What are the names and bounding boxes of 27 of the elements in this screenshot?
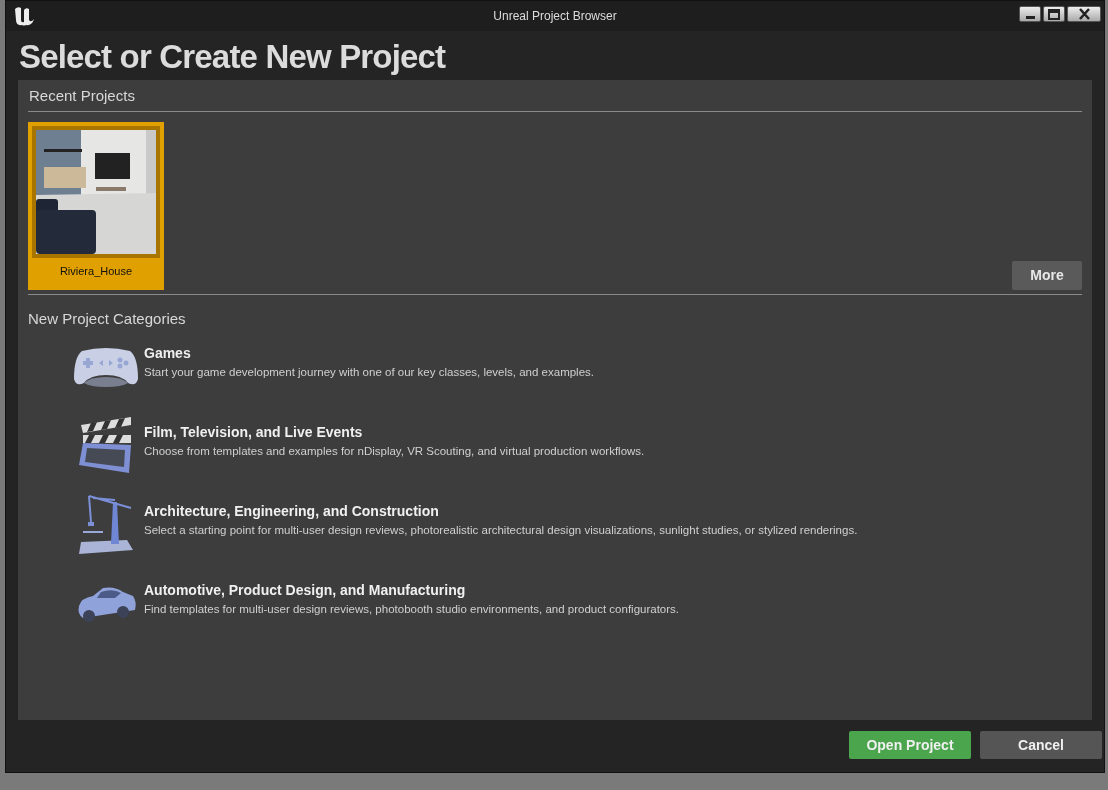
maximize-button[interactable] [1043, 6, 1065, 22]
category-title: Games [144, 344, 192, 362]
close-icon [1078, 8, 1090, 20]
section-title: Recent Projects [28, 85, 1082, 112]
category-item[interactable]: Architecture, Engineering, and Construction Select a starting point for multi-user design reviews, photorealistic architectural design visualizations, sunlight studies, or stylized renderings. [68, 492, 1082, 564]
category-item[interactable]: Automotive, Product Design, and Manufacturing Find templates for multi-user design reviews, photobooth studio environments, and product configurators. [68, 571, 1082, 643]
close-button[interactable] [1067, 6, 1101, 22]
cancel-button[interactable]: Cancel [980, 731, 1102, 759]
category-description: Find templates for multi-user design reviews, photobooth studio environments, and product configurators. [144, 602, 680, 617]
minimize-icon [1025, 15, 1035, 19]
category-title: Architecture, Engineering, and Construction [144, 502, 440, 520]
category-description: Choose from templates and examples for nDisplay, VR Scouting, and virtual production workflows. [144, 444, 645, 459]
page-heading: Select or Create New Project [19, 37, 447, 77]
category-description: Start your game development journey with one of our key classes, levels, and examples. [144, 365, 594, 380]
window-title: Unreal Project Browser [493, 8, 617, 25]
project-tile[interactable]: Riviera_House [28, 121, 164, 290]
more-button[interactable]: More [1012, 260, 1082, 290]
category-item[interactable]: Games Start your game development journey with one of our key classes, levels, and examples. [68, 334, 1082, 406]
crane-icon [77, 492, 135, 556]
category-description: Select a starting point for multi-user design reviews, photorealistic architectural design visualizations, sunlight studies, or stylized renderings. [144, 523, 858, 538]
section-title: New Project Categories [28, 308, 187, 329]
category-title: Film, Television, and Live Events [144, 423, 364, 441]
project-name: Riviera_House [59, 263, 133, 279]
category-title: Automotive, Product Design, and Manufacturing [144, 581, 467, 599]
minimize-button[interactable] [1019, 6, 1041, 22]
category-item[interactable]: Film, Television, and Live Events Choose from templates and examples for nDisplay, VR Scouting, and virtual production workflows. [68, 413, 1082, 485]
maximize-icon [1048, 8, 1060, 20]
